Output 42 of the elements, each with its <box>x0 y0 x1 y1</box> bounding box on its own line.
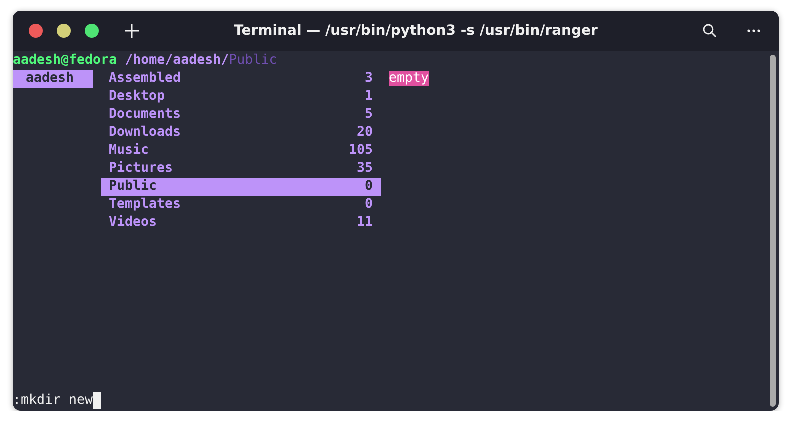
search-icon[interactable] <box>703 24 717 38</box>
item-count: 20 <box>356 124 373 142</box>
minimize-button[interactable] <box>57 24 71 38</box>
directory-row[interactable]: Music 105 <box>101 142 381 160</box>
preview-status: empty <box>389 71 430 86</box>
directory-name: Public <box>109 178 158 196</box>
maximize-button[interactable] <box>85 24 99 38</box>
item-count: 105 <box>348 142 373 160</box>
directory-name: Documents <box>109 106 182 124</box>
directory-name: Downloads <box>109 124 182 142</box>
directory-entry[interactable]: aadesh <box>13 70 93 88</box>
directory-name: Templates <box>109 196 182 214</box>
directory-row[interactable]: Templates 0 <box>101 196 381 214</box>
directory-row[interactable]: Documents 5 <box>101 106 381 124</box>
menu-icon[interactable] <box>747 29 761 33</box>
directory-name: Desktop <box>109 88 166 106</box>
directory-path: /home/aadesh/ <box>125 53 230 68</box>
user-host: aadesh@fedora <box>13 53 118 68</box>
directory-name: Music <box>109 142 150 160</box>
item-count: 1 <box>364 88 373 106</box>
item-count: 35 <box>356 160 373 178</box>
directory-row[interactable]: Assembled 3 <box>101 70 381 88</box>
item-count: 3 <box>364 70 373 88</box>
item-count: 0 <box>364 196 373 214</box>
directory-row[interactable]: Pictures 35 <box>101 160 381 178</box>
close-button[interactable] <box>29 24 43 38</box>
directory-row[interactable]: Downloads 20 <box>101 124 381 142</box>
current-directory: Public <box>229 53 278 68</box>
command-input[interactable]: :mkdir new <box>13 393 94 408</box>
window-title: Terminal — /usr/bin/python3 -s /usr/bin/ranger <box>233 22 599 40</box>
new-tab-icon[interactable] <box>125 24 139 38</box>
item-count: 5 <box>364 106 373 124</box>
text-cursor <box>93 392 102 409</box>
directory-row[interactable]: Public 0 <box>101 178 381 196</box>
directory-name: Videos <box>109 214 158 232</box>
directory-name: Assembled <box>109 70 182 88</box>
item-count: 0 <box>364 178 373 196</box>
directory-row[interactable]: Videos 11 <box>101 214 381 232</box>
directory-row[interactable]: Desktop 1 <box>101 88 381 106</box>
item-count: 11 <box>356 214 373 232</box>
directory-name: Pictures <box>109 160 174 178</box>
scrollbar[interactable] <box>770 55 776 407</box>
